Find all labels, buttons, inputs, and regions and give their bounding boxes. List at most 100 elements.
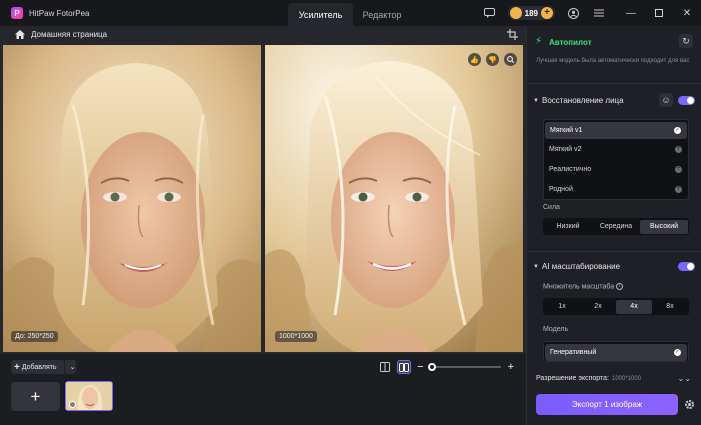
zoom-out-icon[interactable]: −	[417, 361, 423, 373]
bottom-bar: + Добавлять ⌄ + − +	[0, 354, 526, 425]
ai-upscale-header[interactable]: ▼ AI масштабирование	[533, 262, 695, 271]
strength-label: Сила	[543, 204, 560, 211]
download-icon: +	[675, 145, 682, 153]
crop-icon[interactable]	[507, 29, 518, 40]
face-model-list: Мягкий v1 ✓ Мягкий v2 + Реалистично + Ро…	[543, 119, 689, 200]
check-icon: ✓	[674, 349, 681, 356]
face-restore-header[interactable]: ▼ Восстановление лица ☺	[533, 93, 695, 107]
multiplier-option-4x[interactable]: 4x	[616, 299, 652, 314]
feedback-icon[interactable]	[483, 7, 496, 20]
before-size-badge: До: 250*250	[11, 331, 58, 342]
add-credits-icon[interactable]: +	[541, 7, 553, 19]
zoom-in-icon[interactable]	[504, 53, 517, 66]
autopilot-description: Лучшая модель была автоматически подходи…	[536, 58, 690, 64]
export-resolution-label: Разрешение экспорта:	[536, 375, 609, 382]
strength-option-medium[interactable]: Середина	[592, 220, 640, 234]
face-model-option[interactable]: Реалистично +	[544, 159, 688, 179]
face-model-label: Мягкий v2	[549, 145, 582, 153]
plus-icon: +	[14, 361, 20, 373]
thumbs-up-icon[interactable]: 👍	[468, 53, 481, 66]
settings-panel: ⚡ Автопилот ↻ Лучшая модель была автомат…	[526, 26, 701, 425]
autopilot-label[interactable]: Автопилот	[549, 38, 592, 47]
export-resolution: Разрешение экспорта: 1000*1000	[536, 375, 641, 382]
caret-down-icon: ▼	[533, 97, 539, 104]
zoom-in-plus-icon[interactable]: +	[508, 361, 514, 373]
app-title: HitPaw FotorPea	[29, 8, 90, 18]
face-model-label: Реалистично	[549, 165, 592, 173]
face-model-option[interactable]: Родной +	[544, 179, 688, 199]
image-preview-area: До: 250*250 👍 👎 1000*1000	[0, 43, 526, 354]
before-image: До: 250*250	[3, 45, 261, 352]
view-controls: − +	[378, 360, 514, 374]
zoom-slider-handle[interactable]	[428, 363, 437, 371]
add-button[interactable]: + Добавлять ⌄	[11, 360, 76, 374]
ai-upscale-title: AI масштабирование	[542, 262, 621, 271]
home-icon[interactable]	[15, 30, 25, 40]
multiplier-label: Множитель масштаба	[543, 283, 615, 291]
thumbnail-status-icon	[69, 401, 76, 408]
divider	[527, 83, 701, 84]
model-label: Модель	[543, 326, 569, 333]
export-resolution-value: 1000*1000	[611, 376, 642, 382]
multiplier-option-8x[interactable]: 8x	[652, 300, 688, 314]
face-restore-toggle[interactable]	[678, 96, 695, 105]
export-button[interactable]: Экспорт 1 изображ	[536, 394, 678, 415]
info-icon[interactable]: i	[616, 283, 624, 290]
minimize-icon[interactable]: —	[617, 0, 645, 26]
divider	[63, 360, 65, 374]
chevron-down-icon[interactable]: ⌄	[70, 363, 76, 371]
multiplier-option-2x[interactable]: 2x	[580, 300, 616, 314]
divider	[527, 251, 701, 252]
menu-icon[interactable]	[592, 7, 605, 20]
after-image: 👍 👎 1000*1000	[265, 45, 523, 352]
multiplier-selector: 1x 2x 4x 8x	[543, 298, 689, 315]
image-actions: 👍 👎	[468, 53, 517, 66]
coin-icon	[509, 7, 522, 19]
mode-tabs: Усилитель Редактор	[288, 3, 411, 26]
strength-option-low[interactable]: Низкий	[544, 220, 592, 234]
upscale-model-list: Генеративный ✓	[543, 341, 689, 362]
split-view-icon[interactable]	[378, 360, 392, 374]
breadcrumb-bar: Домашняя страница	[0, 26, 526, 43]
credits-count: 189	[524, 8, 538, 18]
tab-editor[interactable]: Редактор	[353, 3, 411, 26]
zoom-slider[interactable]	[428, 363, 501, 371]
caret-down-icon: ▼	[533, 263, 539, 270]
face-model-option[interactable]: Мягкий v2 +	[544, 139, 688, 159]
home-link[interactable]: Домашняя страница	[31, 30, 107, 39]
face-model-label: Мягкий v1	[550, 127, 583, 134]
download-icon: +	[675, 185, 682, 193]
face-model-label: Родной	[549, 185, 573, 193]
gear-icon[interactable]	[684, 399, 695, 410]
multiplier-option-1x[interactable]: 1x	[544, 300, 580, 314]
thumbs-down-icon[interactable]: 👎	[486, 53, 499, 66]
face-model-option[interactable]: Мягкий v1 ✓	[545, 122, 687, 139]
side-by-side-view-icon[interactable]	[397, 360, 412, 374]
download-icon: +	[675, 165, 682, 173]
refresh-icon[interactable]: ↻	[679, 34, 693, 48]
multiplier-label-row: Множитель масштаба i	[543, 283, 624, 291]
check-icon: ✓	[674, 127, 681, 134]
autopilot-section: ⚡ Автопилот ↻ Лучшая модель была автомат…	[527, 26, 701, 81]
close-icon[interactable]: ✕	[673, 0, 701, 26]
title-bar: P HitPaw FotorPea Усилитель Редактор 189…	[0, 0, 701, 26]
title-bar-actions: 189 + — ✕	[483, 0, 701, 26]
upscale-model-option[interactable]: Генеративный ✓	[545, 344, 687, 361]
app-window: P HitPaw FotorPea Усилитель Редактор 189…	[0, 0, 701, 425]
maximize-icon[interactable]	[645, 0, 673, 26]
after-size-badge: 1000*1000	[275, 331, 317, 342]
account-icon[interactable]	[567, 7, 580, 20]
add-button-label: Добавлять	[21, 363, 57, 371]
strength-option-high[interactable]: Высокий	[640, 219, 688, 234]
upscale-model-label: Генеративный	[550, 349, 597, 356]
ai-upscale-toggle[interactable]	[678, 262, 695, 271]
tab-enhancer[interactable]: Усилитель	[288, 3, 353, 26]
face-icon[interactable]: ☺	[659, 93, 673, 107]
credits-badge[interactable]: 189 +	[507, 6, 555, 20]
face-restore-title: Восстановление лица	[542, 96, 624, 105]
expand-icon[interactable]: ⌄⌄	[678, 374, 691, 383]
lightning-icon: ⚡	[535, 36, 543, 47]
add-image-tile[interactable]: +	[11, 382, 60, 411]
app-logo-icon: P	[11, 7, 23, 19]
image-thumbnail[interactable]	[65, 381, 113, 411]
